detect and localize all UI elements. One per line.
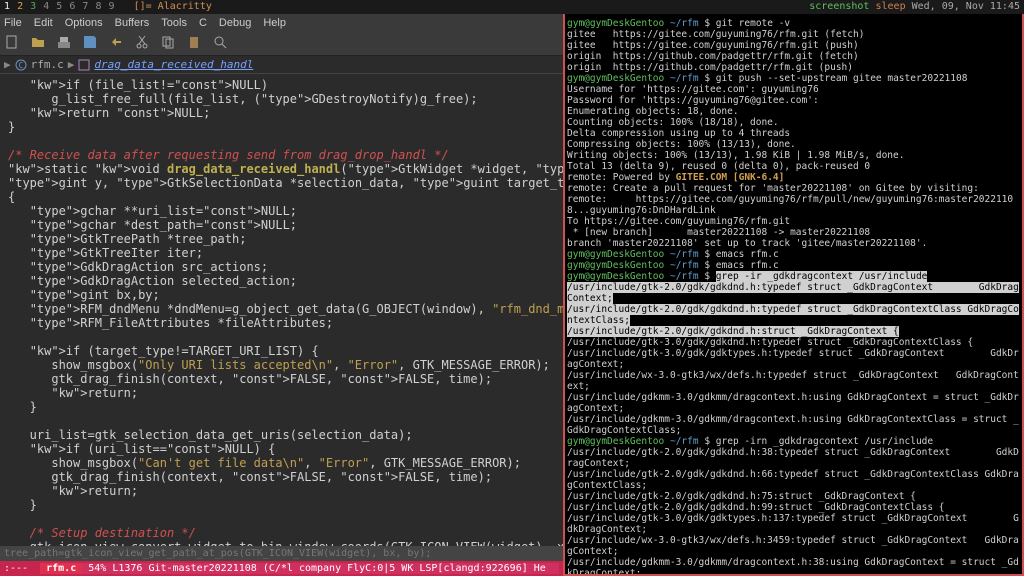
svg-text:C: C [18, 61, 23, 70]
modeline-info: 54% L1376 Git-master20221108 (C/*l compa… [82, 563, 559, 574]
breadcrumb-function[interactable]: drag_data_received_handl [94, 58, 253, 71]
chevron-right-icon: ▶ [68, 58, 75, 71]
modeline-prefix: :--- [4, 563, 40, 574]
status-area: screenshot sleep Wed, 09, Nov 11:45 [809, 0, 1020, 14]
menu-debug[interactable]: Debug [219, 17, 251, 29]
terminal-output[interactable]: gym@gymDeskGentoo ~/rfm $ git remote -v … [565, 16, 1022, 576]
modeline: :--- rfm.c 54% L1376 Git-master20221108 … [0, 561, 563, 576]
breadcrumb: ▶ C rfm.c ▶ drag_data_received_handl [0, 56, 563, 74]
menu-file[interactable]: File [4, 17, 22, 29]
terminal-pane[interactable]: gym@gymDeskGentoo ~/rfm $ git remote -v … [563, 0, 1024, 576]
workspace-2[interactable]: 2 [17, 1, 23, 12]
menu-options[interactable]: Options [65, 17, 103, 29]
open-folder-icon[interactable] [30, 34, 46, 53]
menu-help[interactable]: Help [263, 17, 286, 29]
search-icon[interactable] [212, 34, 228, 53]
emacs-pane: File Edit Options Buffers Tools C Debug … [0, 0, 563, 576]
workspace-3[interactable]: 3 [30, 1, 36, 12]
menu-buffers[interactable]: Buffers [115, 17, 150, 29]
copy-icon[interactable] [160, 34, 176, 53]
menu-c[interactable]: C [199, 17, 207, 29]
save-icon[interactable] [82, 34, 98, 53]
paste-icon[interactable] [186, 34, 202, 53]
window-title: []= Alacritty [134, 1, 212, 12]
breadcrumb-file[interactable]: rfm.c [31, 58, 64, 71]
workspace-7[interactable]: 7 [82, 1, 88, 12]
chevron-right-icon: ▶ [4, 58, 11, 71]
modeline-filename: rfm.c [40, 563, 82, 574]
menu-bar: File Edit Options Buffers Tools C Debug … [0, 14, 563, 32]
cut-icon[interactable] [134, 34, 150, 53]
screenshot-indicator: screenshot [809, 1, 869, 12]
workspace-9[interactable]: 9 [109, 1, 115, 12]
workspace-list: 1 2 3 4 5 6 7 8 9 []= Alacritty [4, 0, 213, 14]
menu-tools[interactable]: Tools [161, 17, 187, 29]
workspace-8[interactable]: 8 [95, 1, 101, 12]
undo-icon[interactable] [108, 34, 124, 53]
sleep-indicator: sleep [875, 1, 905, 12]
c-file-icon: C [15, 59, 27, 71]
function-icon [78, 59, 90, 71]
workspace-6[interactable]: 6 [69, 1, 75, 12]
new-file-icon[interactable] [4, 34, 20, 53]
disk-icon[interactable] [56, 34, 72, 53]
workspace-1[interactable]: 1 [4, 1, 10, 12]
workspace-5[interactable]: 5 [56, 1, 62, 12]
clock: Wed, 09, Nov 11:45 [912, 1, 1020, 12]
toolbar [0, 32, 563, 56]
modeline-truncated: tree_path=gtk_icon_view_get_path_at_pos(… [0, 546, 563, 561]
code-editor[interactable]: "kw">if (file_list!="const">NULL) g_list… [0, 74, 563, 546]
top-status-bar: 1 2 3 4 5 6 7 8 9 []= Alacritty screensh… [0, 0, 1024, 14]
workspace-4[interactable]: 4 [43, 1, 49, 12]
menu-edit[interactable]: Edit [34, 17, 53, 29]
